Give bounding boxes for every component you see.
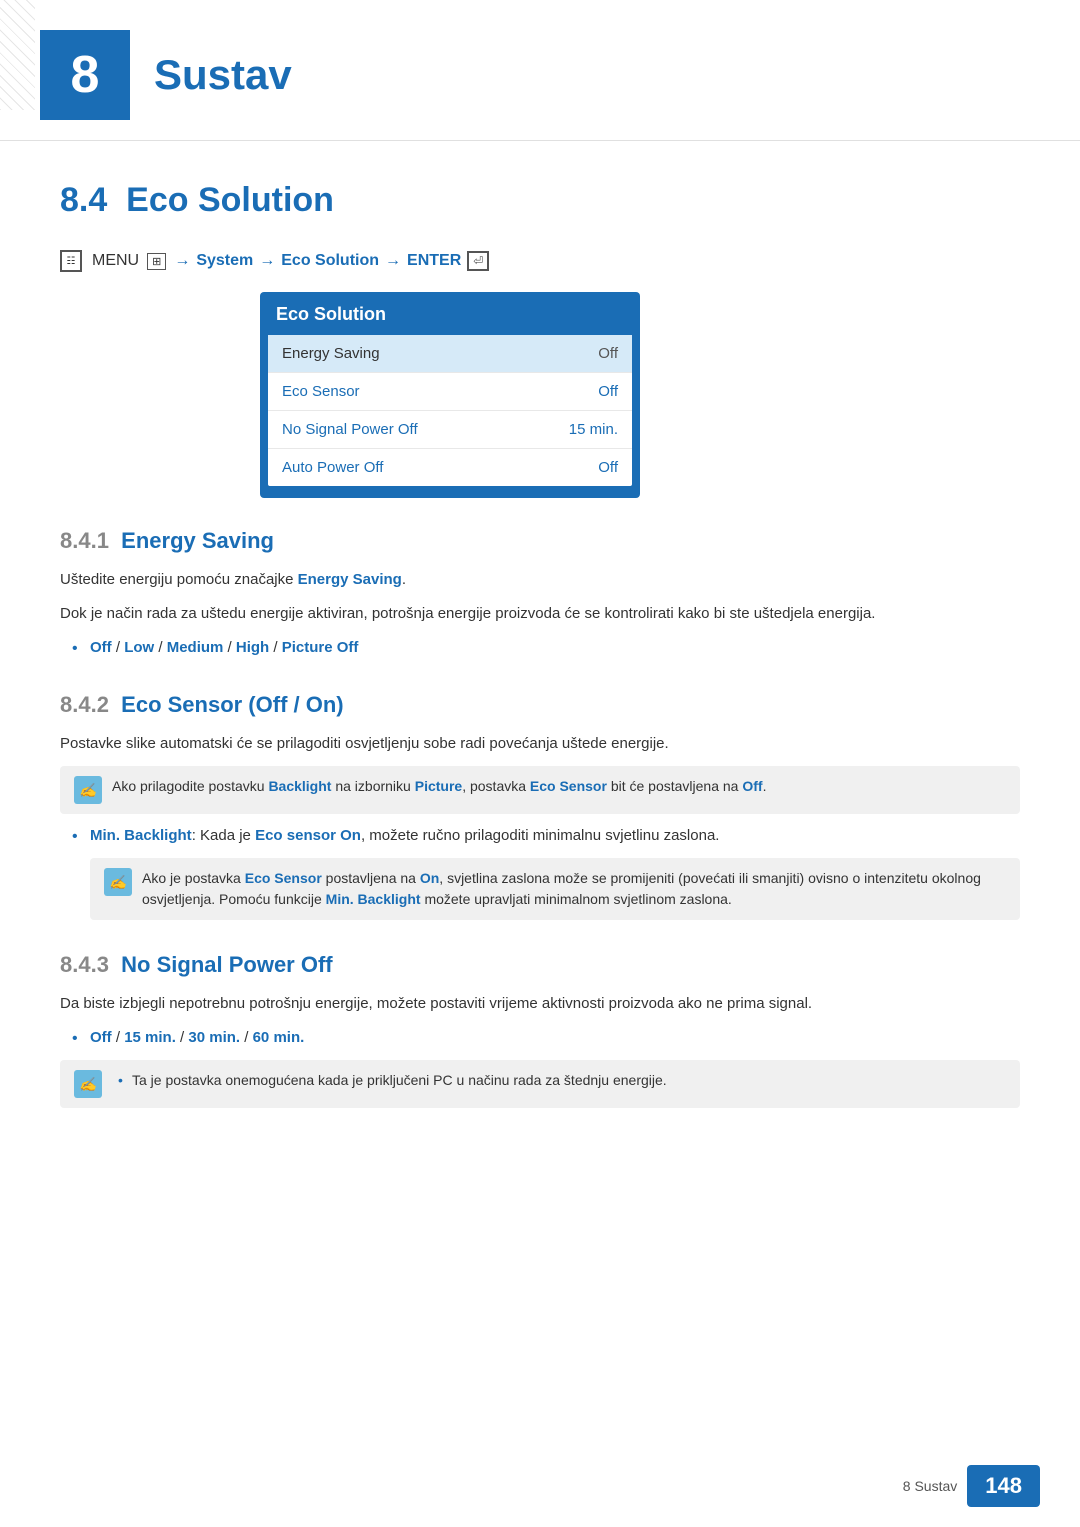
menu-label: MENU xyxy=(92,252,139,270)
enter-label: ENTER xyxy=(407,252,461,270)
bullet-842-min-backlight: Min. Backlight: Kada je Eco sensor On, m… xyxy=(90,824,1020,848)
eco-panel-title: Eco Solution xyxy=(260,292,640,335)
item-value-auto-power: Off xyxy=(598,459,618,476)
item-value-no-signal: 15 min. xyxy=(569,421,618,438)
body-841-1: Uštedite energiju pomoću značajke Energy… xyxy=(60,568,1020,592)
decorative-diagonal xyxy=(0,0,35,110)
note-box-843: ✍ Ta je postavka onemogućena kada je pri… xyxy=(60,1060,1020,1108)
content-area: 8.4 Eco Solution ☷ MENU ⊞ → System → Eco… xyxy=(0,181,1080,1108)
note-box-842-2: ✍ Ako je postavka Eco Sensor postavljena… xyxy=(90,858,1020,920)
eco-item-eco-sensor[interactable]: Eco Sensor Off xyxy=(268,373,632,411)
section-title: 8.4 Eco Solution xyxy=(60,181,1020,220)
item-name-no-signal: No Signal Power Off xyxy=(282,421,418,438)
subsection-843: 8.4.3 No Signal Power Off Da biste izbje… xyxy=(60,952,1020,1108)
item-name-energy-saving: Energy Saving xyxy=(282,345,380,362)
note-icon-1: ✍ xyxy=(74,776,102,804)
subsection-841-title: 8.4.1 Energy Saving xyxy=(60,528,1020,554)
bullet-841-options: Off / Low / Medium / High / Picture Off xyxy=(90,636,1020,660)
eco-item-energy-saving[interactable]: Energy Saving Off xyxy=(268,335,632,373)
subsection-842: 8.4.2 Eco Sensor (Off / On) Postavke sli… xyxy=(60,692,1020,920)
bullet-list-842: Min. Backlight: Kada je Eco sensor On, m… xyxy=(90,824,1020,848)
bullet-843-options: Off / 15 min. / 30 min. / 60 min. xyxy=(90,1026,1020,1050)
chapter-number: 8 xyxy=(40,30,130,120)
item-value-eco-sensor: Off xyxy=(598,383,618,400)
subsection-843-title: 8.4.3 No Signal Power Off xyxy=(60,952,1020,978)
footer: 8 Sustav 148 xyxy=(903,1465,1040,1507)
eco-label: Eco Solution xyxy=(281,252,379,270)
menu-icon: ☷ xyxy=(60,250,82,272)
bullet-list-841: Off / Low / Medium / High / Picture Off xyxy=(90,636,1020,660)
menu-path: ☷ MENU ⊞ → System → Eco Solution → ENTER… xyxy=(60,250,1020,272)
footer-page-number: 148 xyxy=(967,1465,1040,1507)
eco-item-no-signal[interactable]: No Signal Power Off 15 min. xyxy=(268,411,632,449)
item-name-eco-sensor: Eco Sensor xyxy=(282,383,360,400)
note-box-842-1: ✍ Ako prilagodite postavku Backlight na … xyxy=(60,766,1020,814)
footer-chapter-label: 8 Sustav xyxy=(903,1478,957,1494)
subsection-841: 8.4.1 Energy Saving Uštedite energiju po… xyxy=(60,528,1020,660)
note-text-842-1: Ako prilagodite postavku Backlight na iz… xyxy=(112,776,766,797)
eco-panel-items: Energy Saving Off Eco Sensor Off No Sign… xyxy=(268,335,632,486)
note-icon-3: ✍ xyxy=(74,1070,102,1098)
grid-icon: ⊞ xyxy=(147,253,166,270)
note-box-wrapper-842: ✍ Ako je postavka Eco Sensor postavljena… xyxy=(90,858,1020,920)
note-content-843: Ta je postavka onemogućena kada je prikl… xyxy=(112,1070,667,1091)
body-843-1: Da biste izbjegli nepotrebnu potrošnju e… xyxy=(60,992,1020,1016)
eco-item-auto-power[interactable]: Auto Power Off Off xyxy=(268,449,632,486)
bullet-list-843: Off / 15 min. / 30 min. / 60 min. xyxy=(90,1026,1020,1050)
arrow2: → xyxy=(259,252,275,270)
arrow1: → xyxy=(174,252,190,270)
body-842-1: Postavke slike automatski će se prilagod… xyxy=(60,732,1020,756)
body-841-2: Dok je način rada za uštedu energije akt… xyxy=(60,602,1020,626)
subsection-842-title: 8.4.2 Eco Sensor (Off / On) xyxy=(60,692,1020,718)
item-name-auto-power: Auto Power Off xyxy=(282,459,383,476)
note-text-842-2: Ako je postavka Eco Sensor postavljena n… xyxy=(142,868,1006,910)
note-icon-2: ✍ xyxy=(104,868,132,896)
system-label: System xyxy=(196,252,253,270)
item-value-energy-saving: Off xyxy=(598,345,618,362)
note-item-843: Ta je postavka onemogućena kada je prikl… xyxy=(132,1070,667,1091)
note-inner-843: Ta je postavka onemogućena kada je prikl… xyxy=(132,1070,667,1091)
enter-icon: ⏎ xyxy=(467,251,489,271)
chapter-header: 8 Sustav xyxy=(0,0,1080,141)
eco-panel: Eco Solution Energy Saving Off Eco Senso… xyxy=(260,292,640,498)
chapter-title: Sustav xyxy=(154,51,292,99)
arrow3: → xyxy=(385,252,401,270)
